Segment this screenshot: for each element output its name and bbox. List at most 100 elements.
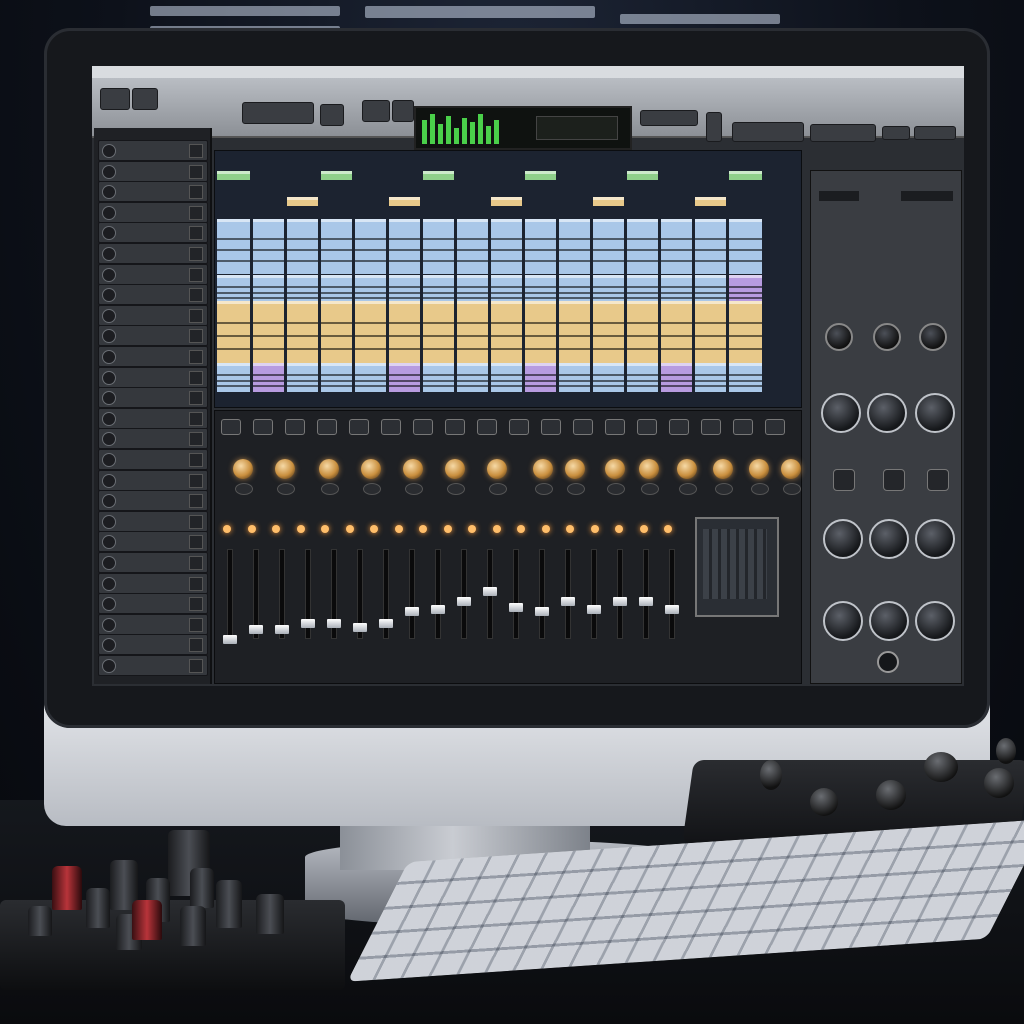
mute-icon[interactable] <box>189 432 203 447</box>
gain-knob[interactable] <box>749 459 769 479</box>
audio-clip[interactable] <box>217 171 250 180</box>
record-dot-icon[interactable] <box>102 391 116 406</box>
rack-knob[interactable] <box>823 601 863 641</box>
rack-knob[interactable] <box>873 323 901 351</box>
audio-clip[interactable] <box>491 301 522 364</box>
mute-icon[interactable] <box>189 267 203 282</box>
gain-knob[interactable] <box>487 459 507 479</box>
track-row[interactable] <box>98 325 208 347</box>
audio-clip[interactable] <box>593 197 624 206</box>
rack-switch[interactable] <box>927 469 949 491</box>
mute-icon[interactable] <box>189 576 203 591</box>
record-button[interactable] <box>362 100 390 122</box>
gain-knob[interactable] <box>639 459 659 479</box>
record-dot-icon[interactable] <box>102 473 116 488</box>
mute-icon[interactable] <box>189 556 203 570</box>
audio-clip[interactable] <box>253 219 284 274</box>
audio-clip[interactable] <box>627 363 658 392</box>
mute-icon[interactable] <box>189 370 203 385</box>
record-dot-icon[interactable] <box>102 556 116 570</box>
channel-fader[interactable] <box>379 619 393 628</box>
record-dot-icon[interactable] <box>102 247 116 261</box>
mute-icon[interactable] <box>189 164 203 179</box>
audio-clip[interactable] <box>627 301 658 364</box>
record-dot-icon[interactable] <box>102 576 116 591</box>
record-dot-icon[interactable] <box>102 288 116 303</box>
knob-dial[interactable] <box>679 483 697 495</box>
gain-knob[interactable] <box>445 459 465 479</box>
mute-icon[interactable] <box>189 288 203 303</box>
mute-icon[interactable] <box>189 659 203 673</box>
mixer-button[interactable] <box>445 419 465 435</box>
audio-clip[interactable] <box>491 197 522 206</box>
rack-knob[interactable] <box>915 519 955 559</box>
hw-knob[interactable] <box>216 880 242 928</box>
audio-clip[interactable] <box>253 363 284 392</box>
record-dot-icon[interactable] <box>102 514 116 529</box>
controller-knob[interactable] <box>984 768 1014 798</box>
toolbar-button[interactable] <box>732 122 804 142</box>
audio-clip[interactable] <box>627 171 658 180</box>
audio-clip[interactable] <box>695 197 726 206</box>
rack-knob[interactable] <box>867 393 907 433</box>
channel-fader[interactable] <box>483 587 497 596</box>
audio-clip[interactable] <box>491 275 522 304</box>
rack-knob[interactable] <box>915 601 955 641</box>
track-row[interactable] <box>98 181 208 203</box>
channel-fader[interactable] <box>509 603 523 612</box>
mute-icon[interactable] <box>189 329 203 344</box>
knob-dial[interactable] <box>535 483 553 495</box>
mute-icon[interactable] <box>189 308 203 323</box>
audio-clip[interactable] <box>253 301 284 364</box>
mixer-button[interactable] <box>253 419 273 435</box>
channel-fader[interactable] <box>587 605 601 614</box>
mute-icon[interactable] <box>189 535 203 550</box>
mute-icon[interactable] <box>189 453 203 467</box>
audio-clip[interactable] <box>695 275 726 304</box>
audio-clip[interactable] <box>593 301 624 364</box>
toolbar-button[interactable] <box>320 104 344 126</box>
toolbar-button[interactable] <box>392 100 414 122</box>
audio-clip[interactable] <box>389 363 420 392</box>
record-dot-icon[interactable] <box>102 617 116 632</box>
mute-icon[interactable] <box>189 597 203 612</box>
audio-clip[interactable] <box>457 363 488 392</box>
audio-clip[interactable] <box>423 301 454 364</box>
audio-clip[interactable] <box>695 301 726 364</box>
mute-icon[interactable] <box>189 226 203 241</box>
knob-dial[interactable] <box>489 483 507 495</box>
mute-icon[interactable] <box>189 617 203 632</box>
record-dot-icon[interactable] <box>102 494 116 509</box>
channel-fader[interactable] <box>301 619 315 628</box>
track-row[interactable] <box>98 140 208 161</box>
knob-dial[interactable] <box>447 483 465 495</box>
mute-icon[interactable] <box>189 514 203 529</box>
rack-knob[interactable] <box>869 519 909 559</box>
hw-knob[interactable] <box>256 894 284 934</box>
gain-knob[interactable] <box>713 459 733 479</box>
audio-clip[interactable] <box>321 219 352 274</box>
audio-clip[interactable] <box>491 219 522 274</box>
track-row[interactable] <box>98 222 208 244</box>
track-row[interactable] <box>98 387 208 409</box>
toolbar-button[interactable] <box>100 88 130 110</box>
controller-knob[interactable] <box>924 752 958 782</box>
track-row[interactable] <box>98 634 208 656</box>
controller-knob[interactable] <box>996 738 1016 764</box>
toolbar-button[interactable] <box>132 88 158 110</box>
mixer-button[interactable] <box>573 419 593 435</box>
audio-clip[interactable] <box>287 301 318 364</box>
record-dot-icon[interactable] <box>102 535 116 550</box>
rack-switch[interactable] <box>833 469 855 491</box>
audio-clip[interactable] <box>525 219 556 274</box>
track-row[interactable] <box>98 593 208 615</box>
rack-knob[interactable] <box>869 601 909 641</box>
audio-clip[interactable] <box>559 301 590 364</box>
mixer-button[interactable] <box>733 419 753 435</box>
knob-dial[interactable] <box>751 483 769 495</box>
controller-knob[interactable] <box>760 760 782 790</box>
knob-dial[interactable] <box>567 483 585 495</box>
record-dot-icon[interactable] <box>102 370 116 385</box>
mixer-button[interactable] <box>381 419 401 435</box>
mixer-button[interactable] <box>669 419 689 435</box>
